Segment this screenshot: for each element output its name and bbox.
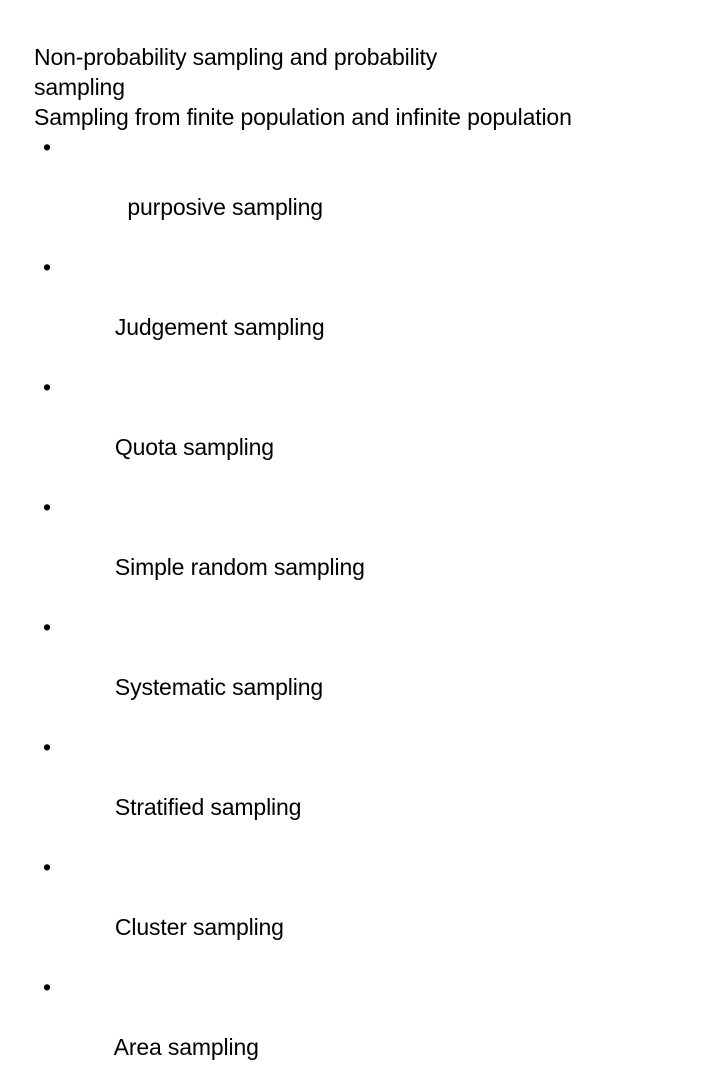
list-item-label: Simple random sampling: [114, 554, 365, 580]
list-item-label: Quota sampling: [114, 434, 274, 460]
heading-line-2: sampling: [34, 74, 125, 100]
bullet-point-icon: •: [43, 494, 51, 520]
list-item-label: Stratified sampling: [114, 794, 302, 820]
bullet-point-icon: •: [43, 254, 51, 280]
list-item-label: Judgement sampling: [114, 314, 325, 340]
heading-line-3: Sampling from finite population and infi…: [34, 104, 572, 130]
list-item: • purposive sampling: [34, 132, 704, 252]
list-item-label: Area sampling: [113, 1034, 259, 1060]
sampling-methods-list: • purposive sampling • Judgement samplin…: [34, 132, 704, 1080]
list-item-label: Cluster sampling: [114, 914, 284, 940]
list-item-label: purposive sampling: [114, 194, 323, 220]
slide-canvas: Non-probability sampling and probability…: [0, 0, 720, 1060]
list-item: • Systematic sampling: [34, 612, 704, 732]
list-item-label: Systematic sampling: [114, 674, 323, 700]
bullet-point-icon: •: [43, 134, 51, 160]
list-item: • Quota sampling: [34, 372, 704, 492]
list-item: • Area sampling: [34, 972, 704, 1080]
bullet-point-icon: •: [43, 974, 51, 1000]
list-item: • Simple random sampling: [34, 492, 704, 612]
bullet-point-icon: •: [43, 374, 51, 400]
list-item: • Judgement sampling: [34, 252, 704, 372]
list-item: • Cluster sampling: [34, 852, 704, 972]
bullet-point-icon: •: [43, 614, 51, 640]
bullet-point-icon: •: [43, 734, 51, 760]
list-item: • Stratified sampling: [34, 732, 704, 852]
bullet-point-icon: •: [43, 854, 51, 880]
heading-line-1: Non-probability sampling and probability: [34, 44, 438, 70]
slide-content-body: Non-probability sampling and probability…: [34, 42, 704, 1080]
slide-heading-block: Non-probability sampling and probability…: [34, 42, 704, 132]
